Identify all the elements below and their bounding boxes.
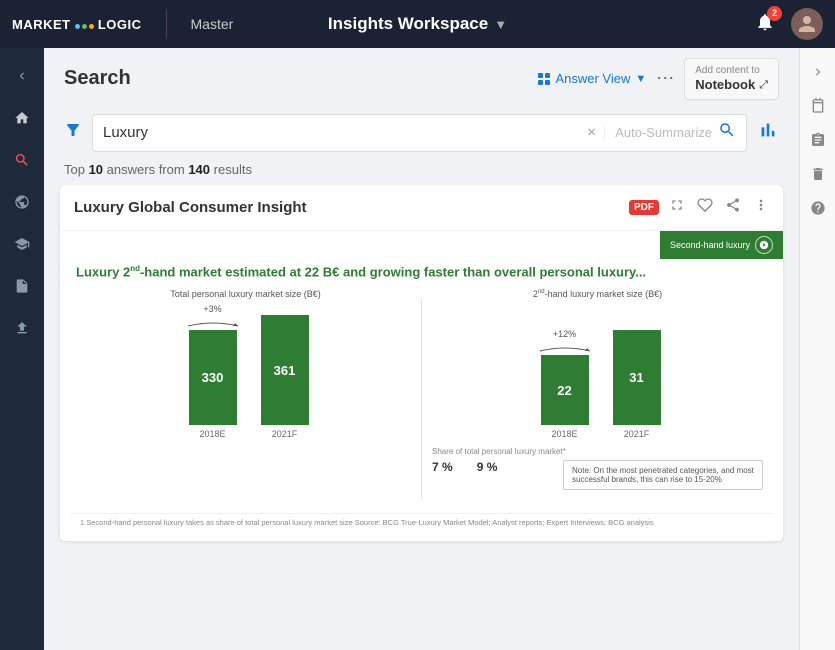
share-button[interactable] [725,197,741,218]
right-sidebar [799,48,835,650]
card-preview: Second-hand luxury Luxury 2nd-hand marke… [60,231,783,541]
right-sidebar-notebook-icon[interactable] [804,92,832,120]
sidebar-item-search[interactable] [4,142,40,178]
avatar-icon [797,14,817,34]
notebook-expand-icon: ⤢ [759,78,768,92]
bar-2018e-right: +12% 22 2018E [535,329,595,439]
notifications-button[interactable]: 2 [755,12,775,37]
right-chart-title: 2nd-hand luxury market size (B€) [533,289,662,299]
left-chart-col: Total personal luxury market size (B€) +… [70,289,421,509]
second-hand-badge: Second-hand luxury [660,231,783,259]
bar-361: 361 [261,315,309,425]
content-area: Search Answer View ▼ ⋯ Add content to No [44,48,799,650]
favorite-button[interactable] [697,197,713,218]
share-label: Share of total personal luxury market* [432,447,763,456]
nav-right: 2 [755,8,823,40]
pdf-badge: PDF [629,200,659,215]
result-card: Luxury Global Consumer Insight PDF [60,185,783,541]
bar-2021f-right: 31 2021F [613,330,661,439]
left-chart-title: Total personal luxury market size (B€) [170,289,321,299]
results-count: Top 10 answers from 140 results [44,160,799,185]
answer-view-arrow: ▼ [635,73,646,85]
dot1 [75,24,80,29]
top-nav: MARKET LOGIC Master Insights Workspace ▼… [0,0,835,48]
sidebar-collapse-btn[interactable] [4,58,40,94]
grid-icon [538,73,550,85]
search-input[interactable] [103,124,587,141]
more-card-options-button[interactable] [753,197,769,218]
sidebar-item-docs[interactable] [4,268,40,304]
note-box: Note: On the most penetrated categories,… [563,460,763,490]
bar-2021f-left: 361 2021F [261,315,309,439]
card-title: Luxury Global Consumer Insight [74,199,619,216]
bar-2018e-left: +3% 330 2018E [183,304,243,439]
growth-arrow-right [535,343,595,353]
top-count: 10 [89,162,103,177]
share-row: 7 % 9 % Note: On the most penetrated cat… [432,460,763,490]
answer-view-button[interactable]: Answer View ▼ [538,71,646,86]
share-2021: 9 % [477,460,498,474]
search-header: Search Answer View ▼ ⋯ Add content to No [44,48,799,106]
search-input-wrap: × Auto-Summarize [92,114,747,152]
badge-circle-icon [755,236,773,254]
total-count: 140 [188,162,210,177]
bar-22: 22 [541,355,589,425]
workspace-title[interactable]: Insights Workspace ▼ [328,14,507,34]
sidebar-item-globe[interactable] [4,184,40,220]
results-area: Luxury Global Consumer Insight PDF [44,185,799,650]
chart-view-button[interactable] [757,119,779,147]
auto-summarize-label: Auto-Summarize [604,125,712,140]
dot3 [89,24,94,29]
right-sidebar-clipboard-icon[interactable] [804,126,832,154]
sidebar-item-learning[interactable] [4,226,40,262]
search-bar-row: × Auto-Summarize [44,106,799,160]
right-bars: +12% 22 2018E [535,309,661,439]
chart-preview-area: Second-hand luxury Luxury 2nd-hand marke… [60,231,783,541]
share-area: Share of total personal luxury market* 7… [432,447,763,490]
avatar[interactable] [791,8,823,40]
growth-label-left: +3% [203,304,221,314]
right-sidebar-trash-icon[interactable] [804,160,832,188]
card-actions [669,197,769,218]
clear-search-button[interactable]: × [587,124,596,142]
workspace-dropdown-arrow[interactable]: ▼ [494,17,507,32]
sidebar-item-home[interactable] [4,100,40,136]
search-actions: Answer View ▼ ⋯ Add content to Notebook … [538,58,779,100]
bar-31: 31 [613,330,661,425]
chart-footnote: 1 Second-hand personal luxury takes as s… [70,513,773,531]
expand-card-button[interactable] [669,197,685,218]
main-layout: Search Answer View ▼ ⋯ Add content to No [0,48,835,650]
master-label: Master [191,16,234,32]
dot2 [82,24,87,29]
search-button[interactable] [718,121,736,144]
right-sidebar-collapse-btn[interactable] [804,58,832,86]
chart-title: Luxury 2nd-hand market estimated at 22 B… [70,263,773,282]
nav-divider [166,9,167,39]
add-to-notebook-button[interactable]: Add content to Notebook ⤢ [684,58,779,100]
filter-icon[interactable] [64,121,82,144]
right-chart-col: 2nd-hand luxury market size (B€) +12% [422,289,773,509]
page-title: Search [64,67,131,90]
left-sidebar [0,48,44,650]
share-2018: 7 % [432,460,453,474]
more-options-button[interactable]: ⋯ [656,68,674,89]
sidebar-item-upload[interactable] [4,310,40,346]
notification-badge: 2 [767,6,782,21]
logo-area: MARKET LOGIC Master [12,9,233,39]
logo-text: MARKET LOGIC [12,17,142,32]
growth-arrow-left [183,318,243,328]
right-sidebar-help-icon[interactable] [804,194,832,222]
left-bars: +3% 330 2018E [183,309,309,439]
growth-label-right: +12% [553,329,576,339]
chart-content: Second-hand luxury Luxury 2nd-hand marke… [60,231,783,541]
charts-row: Total personal luxury market size (B€) +… [70,289,773,509]
bar-330: 330 [189,330,237,425]
logo-dots [75,24,94,29]
notebook-btn-content: Add content to Notebook ⤢ [695,64,768,94]
card-header: Luxury Global Consumer Insight PDF [60,185,783,231]
